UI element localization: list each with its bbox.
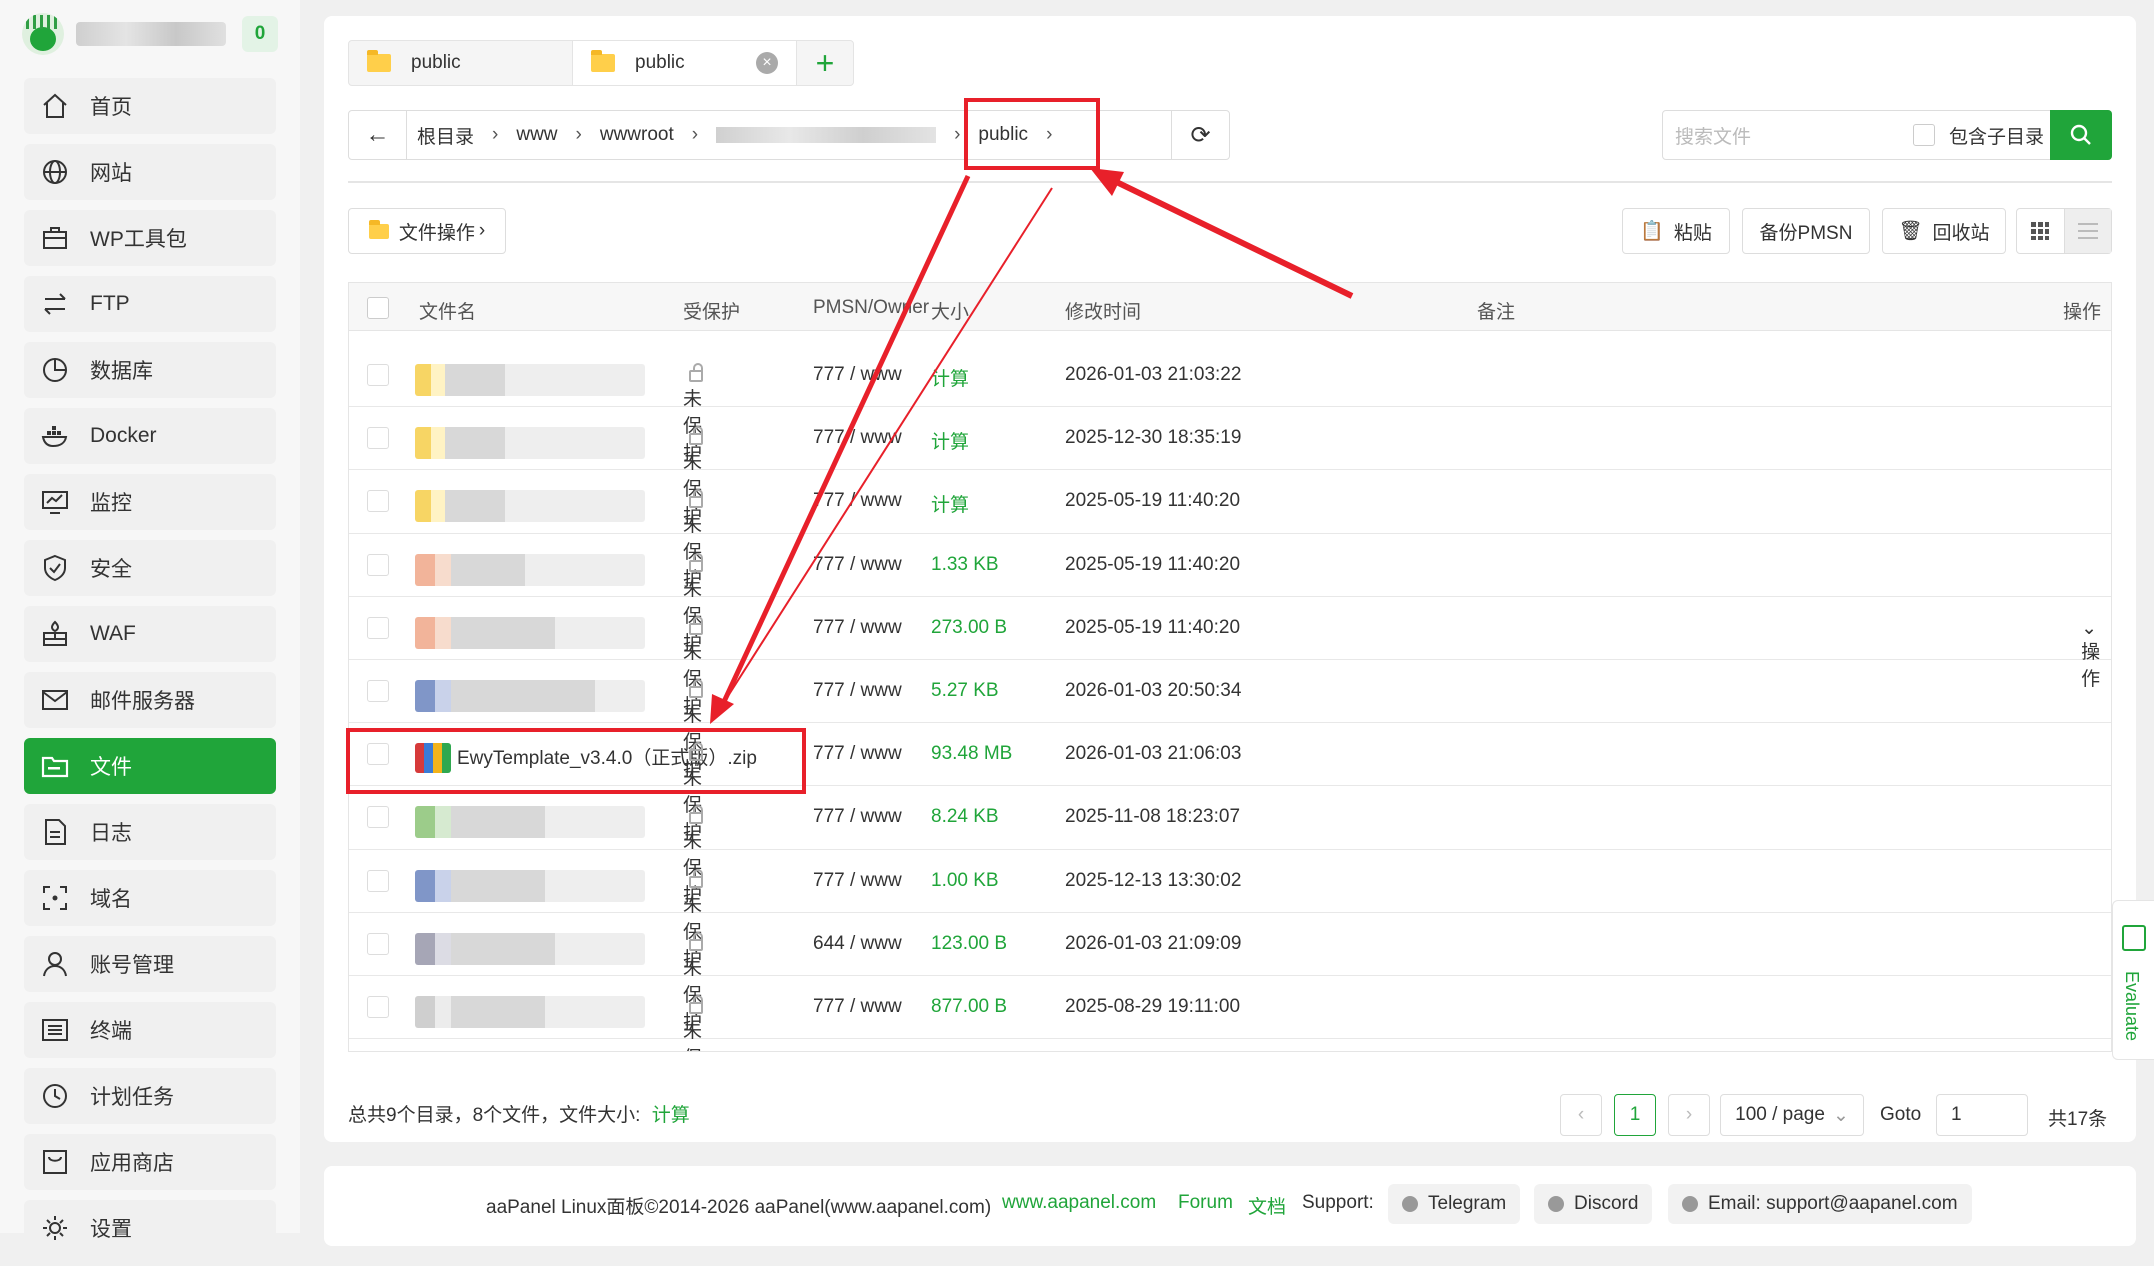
annotation-arrows <box>710 168 1354 724</box>
annotation-arrow-down <box>719 174 971 708</box>
arrowhead-icon <box>710 694 734 724</box>
arrowhead-icon <box>1090 168 1124 196</box>
annotation-thin-line <box>713 187 1053 719</box>
annotation-arrow-up <box>1098 171 1354 299</box>
